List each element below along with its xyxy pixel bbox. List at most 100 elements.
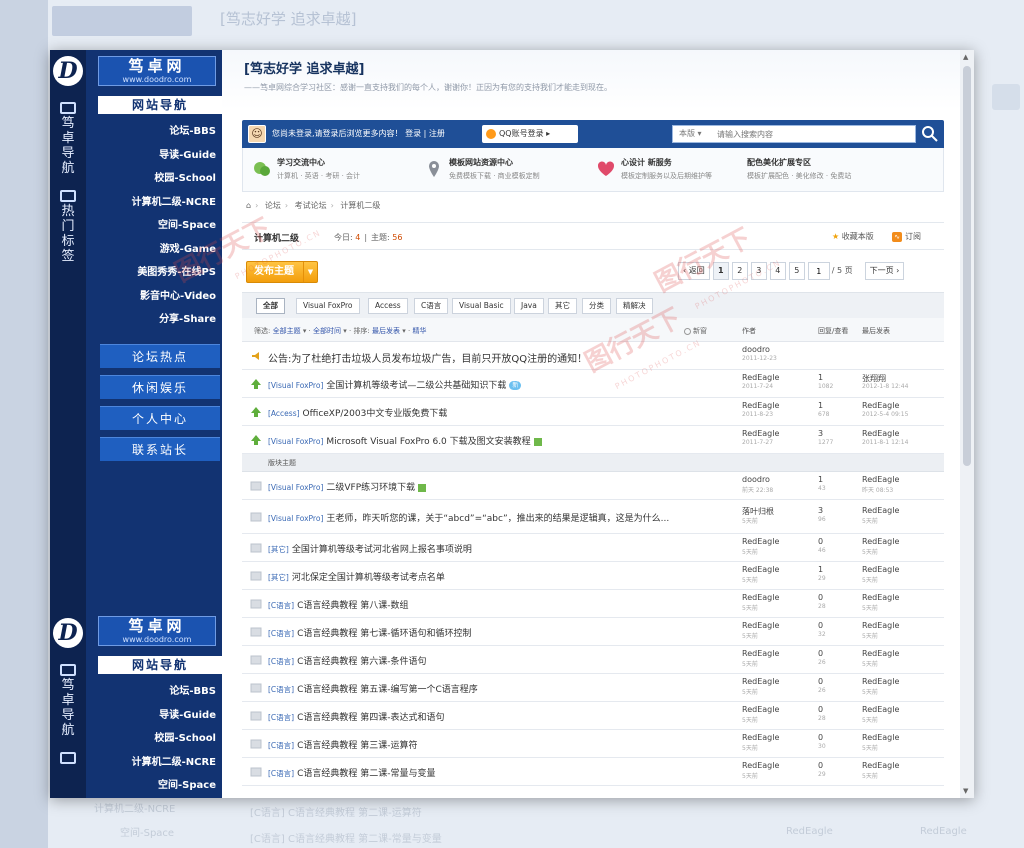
pager-page[interactable]: 5	[788, 262, 805, 280]
table-row[interactable]: [C语言] C语言经典教程 第六课-条件语句 RedEagle 5天前 0 26 RedEa…	[242, 646, 944, 674]
thread-author[interactable]: doodro	[742, 475, 770, 484]
thread-category[interactable]: [Visual FoxPro]	[268, 483, 323, 492]
qq-login-button[interactable]: QQ账号登录 ▸	[482, 125, 578, 143]
table-row[interactable]: [其它] 河北保定全国计算机等级考试考点名单 RedEagle 5天前 1 29 RedEa…	[242, 562, 944, 590]
last-post-user[interactable]: RedEagle	[862, 593, 899, 602]
digest-link[interactable]: 精华	[412, 327, 426, 335]
site-logo-icon[interactable]: D	[53, 56, 83, 86]
thread-title[interactable]: [C语言] C语言经典教程 第四课-表达式和语句	[268, 710, 728, 723]
last-post-user[interactable]: RedEagle	[862, 429, 899, 438]
table-row[interactable]: [Visual FoxPro] 二级VFP练习环境下载 doodro 前天 22:38…	[242, 472, 944, 500]
breadcrumb-item[interactable]: 计算机二级	[340, 201, 380, 210]
table-row[interactable]: [C语言] C语言经典教程 第四课-表达式和语句 RedEagle 5天前 0 28 Red…	[242, 702, 944, 730]
thread-author[interactable]: doodro	[742, 345, 770, 354]
thread-title[interactable]: [C语言] C语言经典教程 第二课-常量与变量	[268, 766, 728, 779]
nav-button-leisure[interactable]: 休闲娱乐	[100, 375, 220, 399]
thread-category[interactable]: [C语言]	[268, 685, 294, 694]
nav-link[interactable]: 美图秀秀-在线PS	[98, 261, 216, 285]
thread-category[interactable]: [Visual FoxPro]	[268, 437, 323, 446]
nav-link[interactable]: 空间-Space	[98, 214, 216, 238]
thread-title[interactable]: [Visual FoxPro] Microsoft Visual FoxPro 6…	[268, 434, 728, 447]
thread-title[interactable]: [Access] OfficeXP/2003中文专业版免费下载	[268, 406, 728, 419]
nav-button-profile[interactable]: 个人中心	[100, 406, 220, 430]
filter-tab[interactable]: 精解决	[616, 298, 653, 314]
table-row[interactable]: [C语言] C语言经典教程 第七课-循环语句和循环控制 RedEagle 5天前 0 32…	[242, 618, 944, 646]
site-logo-icon[interactable]: D	[53, 618, 83, 648]
home-icon[interactable]: ⌂	[246, 201, 251, 210]
pager-next[interactable]: 下一页 ›	[864, 262, 905, 280]
all-time-link[interactable]: 全部时间	[313, 327, 341, 335]
filter-tab[interactable]: Access	[368, 298, 408, 314]
thread-title[interactable]: [C语言] C语言经典教程 第七课-循环语句和循环控制	[268, 626, 728, 639]
thread-author[interactable]: RedEagle	[742, 761, 779, 770]
filter-tab[interactable]: C语言	[414, 298, 449, 314]
last-post-user[interactable]: RedEagle	[862, 475, 899, 484]
last-post-user[interactable]: RedEagle	[862, 761, 899, 770]
last-post-user[interactable]: RedEagle	[862, 649, 899, 658]
rail-label-nav[interactable]: 笃卓导航	[61, 116, 75, 176]
table-row[interactable]: [C语言] C语言经典教程 第二课-常量与变量 RedEagle 5天前 0 29 RedE…	[242, 758, 944, 786]
last-post-user[interactable]: RedEagle	[862, 621, 899, 630]
thread-title[interactable]: 公告:为了杜绝打击垃圾人员发布垃圾广告，目前只开放QQ注册的通知！	[268, 350, 728, 365]
scrollbar-thumb[interactable]	[963, 66, 971, 466]
pager-page[interactable]: 4	[769, 262, 786, 280]
thread-author[interactable]: RedEagle	[742, 565, 779, 574]
thread-category[interactable]: [C语言]	[268, 629, 294, 638]
nav-link[interactable]: 游戏-Game	[98, 238, 216, 262]
thread-category[interactable]: [C语言]	[268, 769, 294, 778]
last-post-user[interactable]: RedEagle	[862, 401, 899, 410]
thread-author[interactable]: RedEagle	[742, 373, 779, 382]
nav-button-hot[interactable]: 论坛热点	[100, 344, 220, 368]
rail-label-nav[interactable]: 笃卓导航	[61, 678, 75, 738]
brand-logo[interactable]: 笃卓网 www.doodro.com	[98, 616, 216, 646]
table-row[interactable]: [Visual FoxPro] 王老师，昨天听您的课，关于“abcd”=“abc”…	[242, 500, 944, 534]
nav-link[interactable]: 校园-School	[98, 727, 216, 751]
thread-title[interactable]: [其它] 河北保定全国计算机等级考试考点名单	[268, 570, 728, 583]
brand-logo[interactable]: 笃卓网 www.doodro.com	[98, 56, 216, 86]
filter-tab[interactable]: Java	[514, 298, 544, 314]
pager-page[interactable]: 2	[731, 262, 748, 280]
avatar[interactable]: ☺	[248, 125, 266, 143]
breadcrumb-item[interactable]: 考试论坛	[295, 201, 327, 210]
last-post-user[interactable]: RedEagle	[862, 677, 899, 686]
nav-link[interactable]: 影音中心-Video	[98, 285, 216, 309]
table-row[interactable]: [其它] 全国计算机等级考试河北省网上报名事项说明 RedEagle 5天前 0 46 Re…	[242, 534, 944, 562]
last-post-user[interactable]: RedEagle	[862, 705, 899, 714]
announcement-row[interactable]: 公告:为了杜绝打击垃圾人员发布垃圾广告，目前只开放QQ注册的通知！ doodro 2…	[242, 342, 944, 370]
new-topic-button[interactable]: 发布主题 ▼	[246, 261, 318, 283]
thread-title[interactable]: [C语言] C语言经典教程 第三课-运算符	[268, 738, 728, 751]
new-window-toggle[interactable]: 新窗	[684, 326, 707, 336]
thread-author[interactable]: RedEagle	[742, 705, 779, 714]
scroll-down-icon[interactable]: ▼	[963, 787, 968, 795]
service-colors[interactable]: 配色美化扩展专区 模板扩展配色 · 美化修改 · 免费站	[743, 156, 913, 186]
search-input[interactable]	[717, 127, 909, 141]
page-jump-input[interactable]	[807, 262, 830, 280]
thread-author[interactable]: RedEagle	[742, 593, 779, 602]
table-row[interactable]: [Visual FoxPro] 全国计算机等级考试—二级公共基础知识下载新 RedE…	[242, 370, 944, 398]
last-post-user[interactable]: RedEagle	[862, 565, 899, 574]
search-icon[interactable]	[920, 124, 940, 144]
nav-button-contact[interactable]: 联系站长	[100, 437, 220, 461]
filter-tab[interactable]: 其它	[548, 298, 577, 314]
favorite-button[interactable]: ★ 收藏本版	[832, 231, 874, 242]
scroll-up-icon[interactable]: ▲	[963, 53, 968, 61]
filter-tab[interactable]: 分类	[582, 298, 611, 314]
rail-label-tags[interactable]: 热门标签	[61, 204, 75, 264]
filter-tab[interactable]: Visual Basic	[452, 298, 511, 314]
subscribe-button[interactable]: ∿ 订阅	[892, 231, 921, 242]
thread-title[interactable]: [C语言] C语言经典教程 第五课-编写第一个C语言程序	[268, 682, 728, 695]
thread-category[interactable]: [C语言]	[268, 713, 294, 722]
pager-page[interactable]: 3	[750, 262, 767, 280]
thread-title[interactable]: [Visual FoxPro] 全国计算机等级考试—二级公共基础知识下载新	[268, 378, 728, 391]
all-topics-link[interactable]: 全部主题	[273, 327, 301, 335]
thread-author[interactable]: RedEagle	[742, 401, 779, 410]
thread-category[interactable]: [Visual FoxPro]	[268, 514, 323, 523]
nav-link[interactable]: 论坛-BBS	[98, 680, 216, 704]
nav-link[interactable]: 导读-Guide	[98, 144, 216, 168]
thread-title[interactable]: [Visual FoxPro] 二级VFP练习环境下载	[268, 480, 728, 493]
nav-link[interactable]: 空间-Space	[98, 774, 216, 798]
service-templates[interactable]: 模板网站资源中心 免费模板下载 · 商业模板定制	[425, 156, 595, 186]
breadcrumb-item[interactable]: 论坛	[265, 201, 281, 210]
table-row[interactable]: [Access] OfficeXP/2003中文专业版免费下载 RedEagle 20…	[242, 398, 944, 426]
thread-category[interactable]: [C语言]	[268, 601, 294, 610]
